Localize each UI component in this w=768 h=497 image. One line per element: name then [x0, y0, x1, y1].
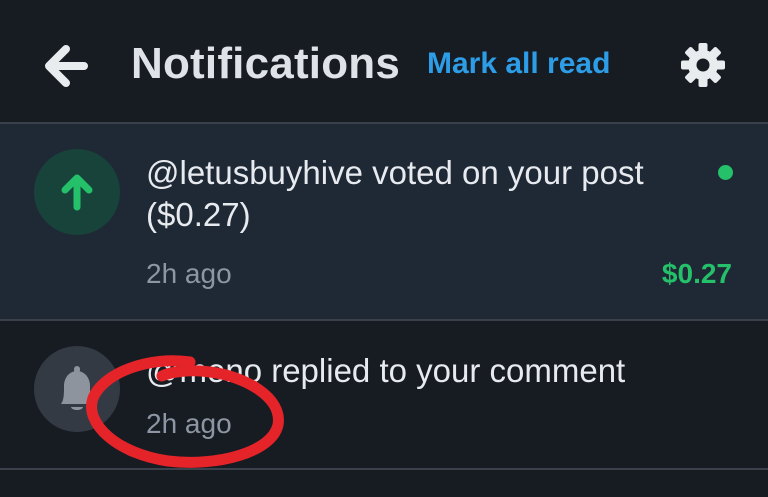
notifications-screen: Notifications Mark all read @letusbuyhiv…: [0, 0, 768, 497]
notification-time: 2h ago: [146, 258, 232, 289]
row-divider: [0, 468, 768, 470]
notification-item[interactable]: @meno replied to your comment 2h ago: [0, 321, 768, 468]
arrow-left-icon: [45, 45, 88, 87]
vote-avatar: [34, 149, 120, 235]
mark-all-read-button[interactable]: Mark all read: [427, 44, 610, 84]
settings-button[interactable]: [676, 38, 730, 92]
unread-dot: [718, 165, 733, 180]
notification-item[interactable]: @letusbuyhive voted on your post ($0.27)…: [0, 124, 768, 320]
header-bar: Notifications Mark all read: [0, 0, 768, 122]
reply-avatar: [34, 346, 120, 432]
notification-message: @meno replied to your comment: [146, 352, 626, 389]
vote-amount: $0.27: [661, 258, 732, 289]
notification-time: 2h ago: [146, 408, 232, 439]
bell-icon: [61, 366, 93, 410]
back-button[interactable]: [36, 36, 96, 96]
page-title: Notifications: [131, 39, 401, 88]
gear-icon: [681, 43, 725, 87]
arrow-up-icon: [61, 174, 93, 211]
notification-message: @letusbuyhive voted on your post ($0.27): [146, 154, 644, 233]
